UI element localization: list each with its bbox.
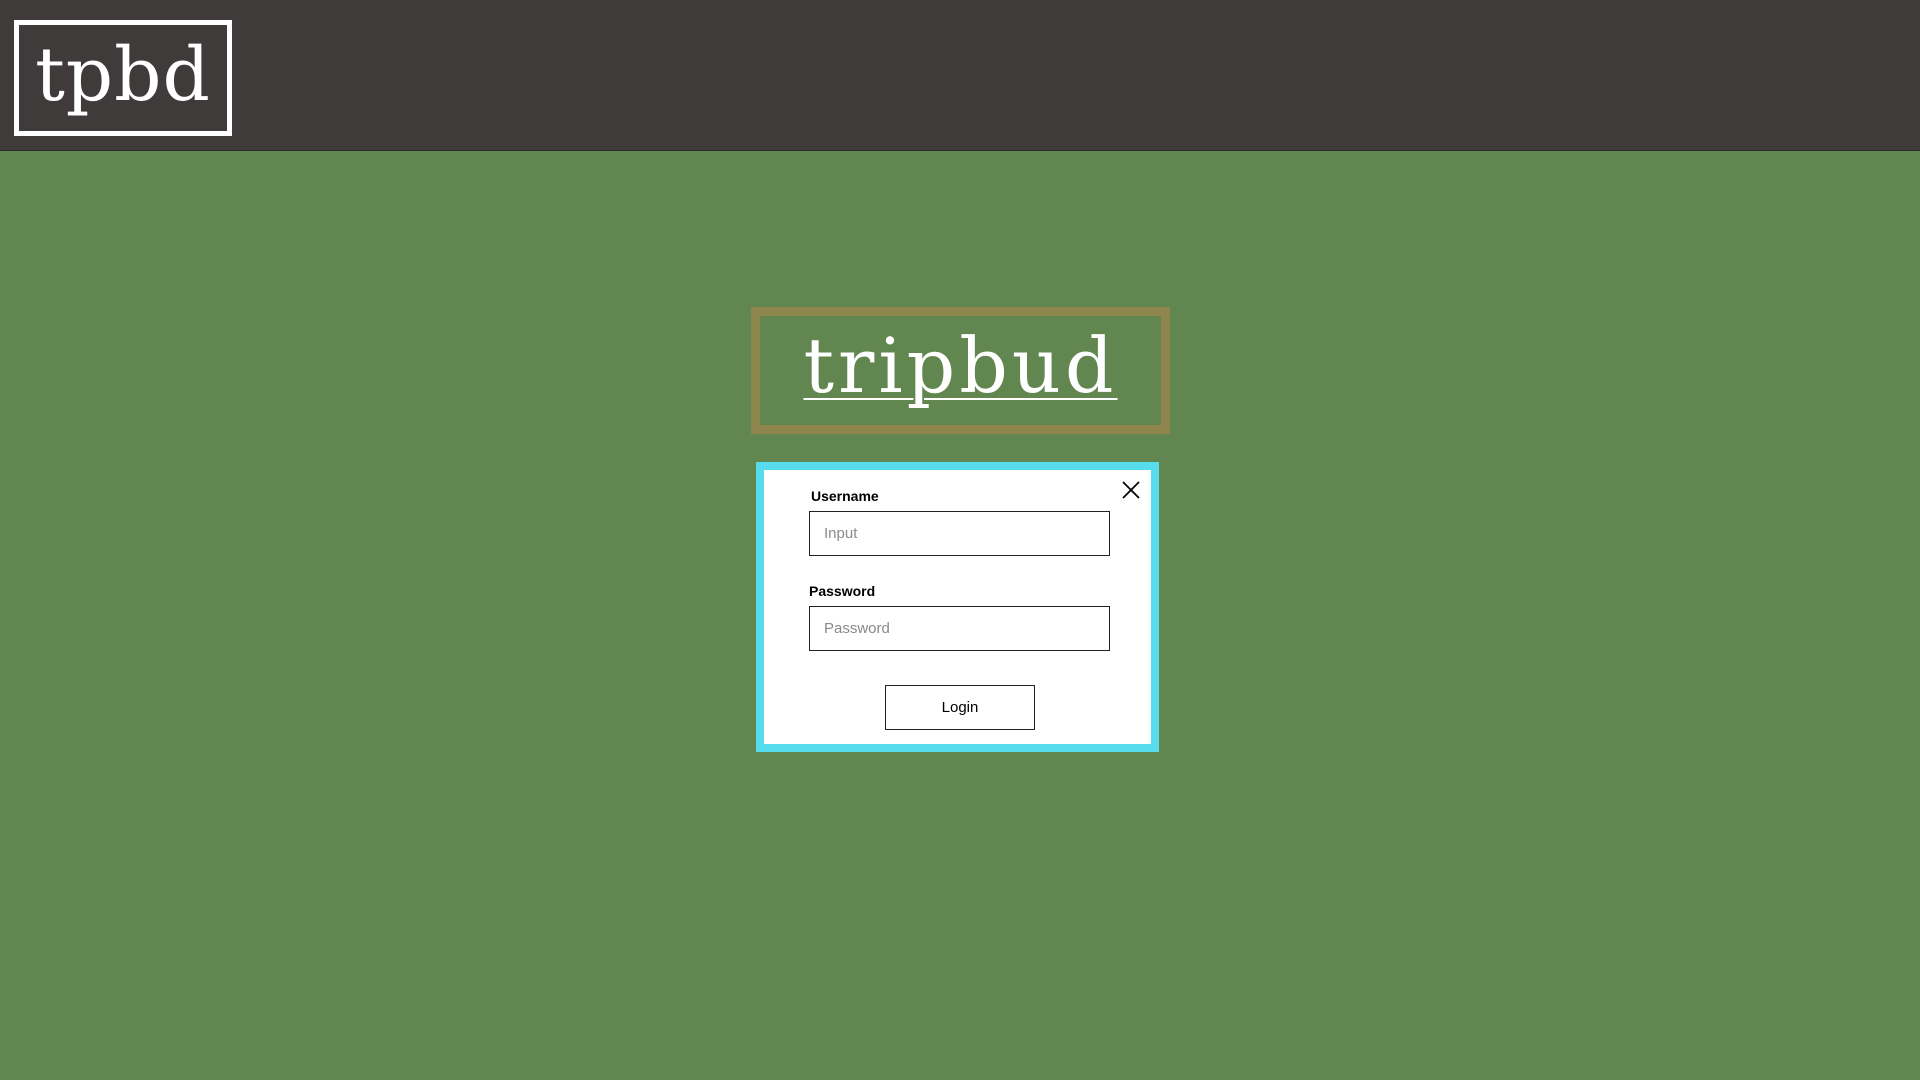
close-icon xyxy=(1122,481,1140,499)
login-modal: Username Password Login xyxy=(756,462,1159,752)
logo-link[interactable]: tpbd xyxy=(14,20,232,136)
username-label: Username xyxy=(811,488,879,504)
login-button[interactable]: Login xyxy=(885,685,1035,730)
top-bar: tpbd xyxy=(0,0,1920,151)
brand-title: tripbud xyxy=(803,320,1118,410)
close-button[interactable] xyxy=(1119,478,1143,502)
brand-title-box: tripbud xyxy=(751,307,1170,434)
password-input[interactable] xyxy=(809,606,1110,651)
password-label: Password xyxy=(809,583,876,599)
username-input[interactable] xyxy=(809,511,1110,556)
logo-text: tpbd xyxy=(35,32,211,118)
